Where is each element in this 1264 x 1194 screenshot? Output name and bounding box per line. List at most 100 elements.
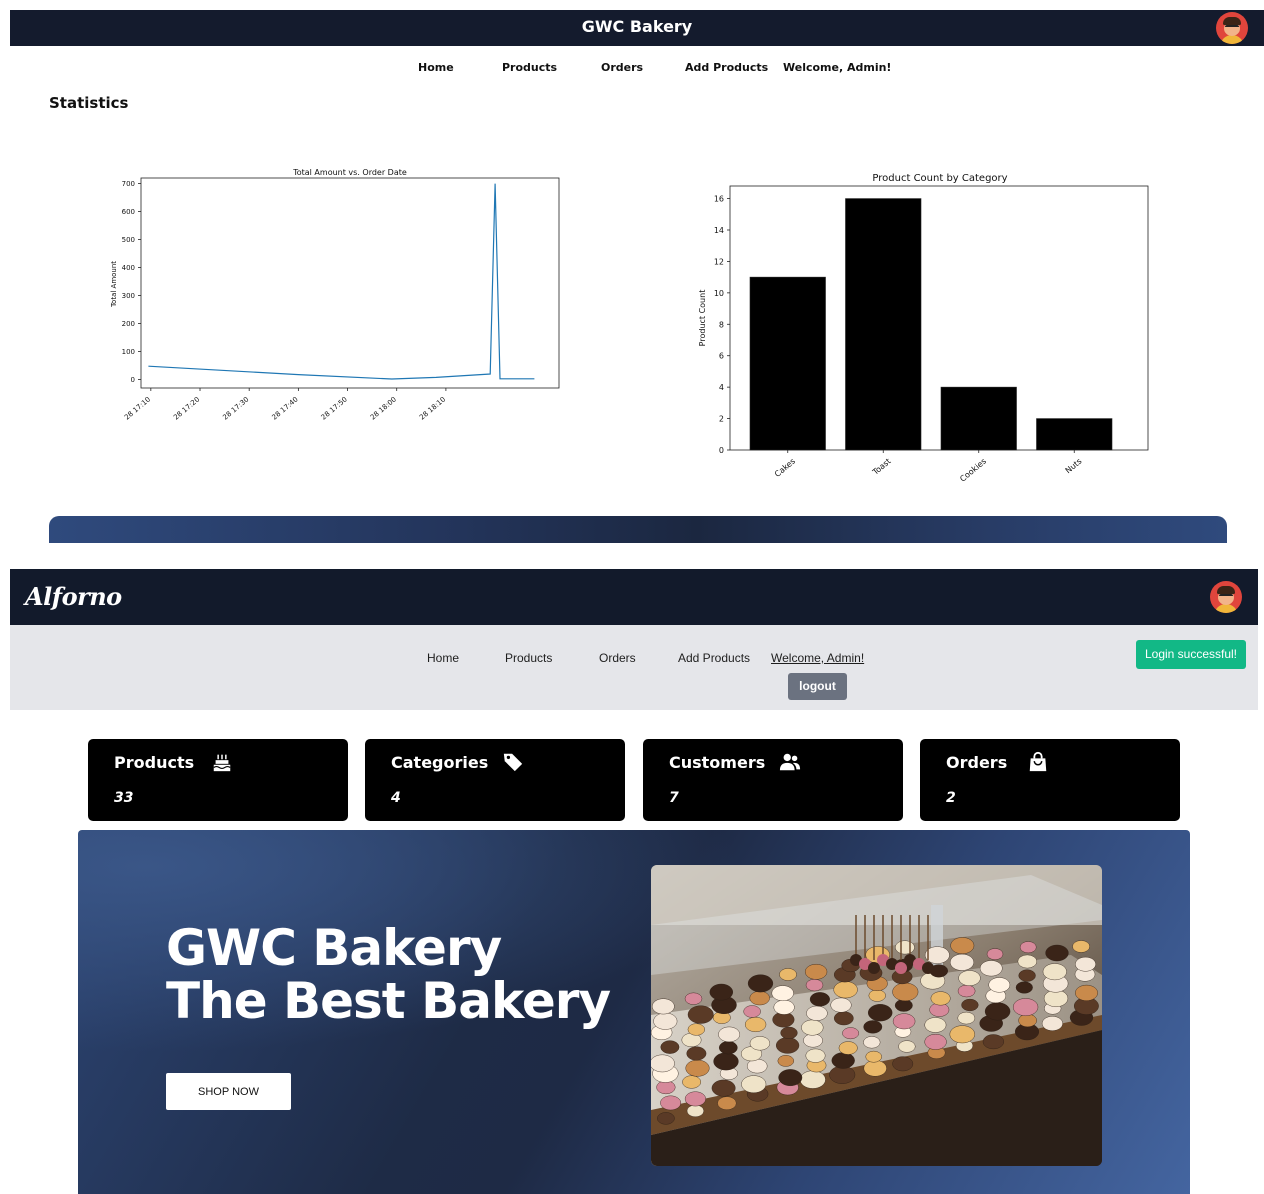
stat-card-customers[interactable]: Customers 7 (643, 739, 903, 821)
pastry (1075, 956, 1096, 972)
x-tick-label: Toast (870, 457, 892, 478)
pastry (806, 1005, 828, 1021)
pastry (949, 1025, 975, 1044)
pastry (719, 1041, 738, 1055)
pastry (924, 1017, 947, 1033)
pastry (950, 937, 975, 955)
y-tick-label: 8 (719, 320, 724, 329)
pastry (684, 1091, 706, 1107)
pastry (717, 1096, 737, 1110)
pastry (863, 1020, 883, 1034)
nav-home[interactable]: Home (418, 61, 454, 74)
stat-label: Categories (391, 753, 489, 772)
pastry (830, 997, 852, 1013)
nav-add-products[interactable]: Add Products (685, 61, 768, 74)
x-tick-label: 28 18:00 (369, 395, 398, 421)
logout-button[interactable]: logout (788, 673, 847, 700)
y-tick-label: 4 (719, 383, 724, 392)
x-tick-label: Cookies (958, 457, 988, 484)
stat-label: Products (114, 753, 195, 772)
x-tick-label: 28 17:50 (320, 395, 349, 421)
y-tick-label: 600 (122, 208, 135, 216)
pastry (778, 1069, 803, 1087)
nav-products[interactable]: Products (502, 61, 557, 74)
pastry (687, 1005, 714, 1024)
pastry (1018, 1013, 1037, 1028)
y-tick-label: 10 (714, 289, 724, 298)
bar-toast (845, 198, 922, 451)
pastry (894, 999, 913, 1012)
nav2-welcome[interactable]: Welcome, Admin! (771, 651, 864, 665)
pastry (988, 977, 1011, 993)
stat-label: Orders (946, 753, 1008, 772)
pastry (1015, 981, 1033, 994)
pastry (1043, 989, 1069, 1007)
login-success-toast: Login successful! (1136, 640, 1246, 669)
pastry (957, 984, 976, 998)
pastry (779, 968, 797, 981)
nav2-products[interactable]: Products (505, 651, 552, 665)
y-tick-label: 0 (719, 446, 724, 455)
stat-label: Customers (669, 753, 766, 772)
nav-welcome: Welcome, Admin! (783, 61, 892, 74)
pastry (780, 1026, 798, 1040)
pastry (709, 983, 734, 1001)
users-icon (779, 753, 801, 771)
pastry (773, 999, 795, 1015)
shop-now-button[interactable]: SHOP NOW (166, 1073, 291, 1110)
stat-card-products[interactable]: Products 33 (88, 739, 348, 821)
pastry (805, 1048, 826, 1063)
pastry (838, 1041, 858, 1055)
nav2-add-products[interactable]: Add Products (678, 651, 750, 665)
pastry (1045, 944, 1069, 962)
pastry (982, 1034, 1004, 1050)
pastry (749, 991, 770, 1006)
pastry (805, 964, 828, 980)
line-chart-total-amount: Total Amount vs. Order Date Total Amount… (110, 168, 560, 422)
nav2-home[interactable]: Home (427, 651, 459, 665)
pastry (685, 1059, 710, 1077)
top-header-bar: GWC Bakery (10, 10, 1264, 46)
pastry (743, 1005, 761, 1018)
stat-card-categories[interactable]: Categories 4 (365, 739, 625, 821)
statistics-heading: Statistics (49, 94, 129, 112)
pastry (863, 1036, 881, 1049)
y-tick-label: 700 (122, 180, 135, 188)
shopping-bag-icon (1029, 751, 1047, 772)
cake-pop (868, 962, 880, 974)
sub-navigation (10, 625, 1258, 710)
hero-title-line1: GWC Bakery (166, 919, 502, 977)
alforno-logo[interactable]: Alforno (25, 582, 122, 611)
x-tick-label: Nuts (1064, 457, 1084, 476)
y-tick-label: 14 (714, 226, 724, 235)
user-avatar-2[interactable] (1210, 581, 1242, 613)
stat-card-orders[interactable]: Orders 2 (920, 739, 1180, 821)
y-tick-label: 6 (719, 352, 724, 361)
y-tick-label: 2 (719, 415, 724, 424)
stat-value: 4 (391, 790, 401, 806)
bar-nuts (1036, 418, 1113, 451)
pastry (686, 1104, 704, 1118)
nav-orders[interactable]: Orders (601, 61, 643, 74)
pastry (1042, 963, 1067, 981)
y-tick-label: 400 (122, 264, 135, 272)
app-title: GWC Bakery (581, 17, 693, 36)
pastry (958, 970, 981, 986)
pastry (684, 992, 703, 1005)
line-chart-ylabel: Total Amount (110, 261, 118, 308)
y-tick-label: 200 (122, 320, 135, 328)
cake-pop (922, 962, 934, 974)
pastry (747, 974, 774, 993)
user-avatar[interactable] (1216, 12, 1248, 44)
y-tick-label: 100 (122, 348, 135, 356)
pastry (651, 998, 675, 1015)
pastry (653, 1012, 678, 1030)
nav2-orders[interactable]: Orders (599, 651, 636, 665)
pastry (777, 1055, 795, 1067)
x-tick-label: 28 17:30 (221, 395, 250, 421)
pastry (867, 1004, 893, 1022)
pastry (863, 1060, 887, 1077)
pastry (930, 991, 951, 1006)
pastry (713, 1052, 739, 1071)
stat-value: 33 (114, 790, 134, 806)
